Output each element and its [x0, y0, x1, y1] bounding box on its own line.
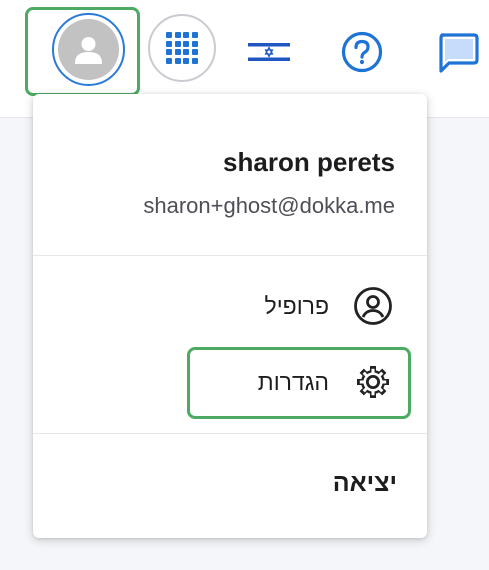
user-avatar-icon	[75, 37, 102, 64]
profile-circle-icon	[353, 286, 393, 326]
menu-item-settings-label: הגדרות	[257, 368, 329, 395]
menu-item-settings[interactable]: הגדרות	[258, 360, 393, 404]
language-button[interactable]	[248, 41, 290, 63]
menu-divider	[33, 433, 427, 434]
user-avatar-button[interactable]	[58, 19, 119, 80]
gear-icon	[353, 362, 393, 402]
menu-divider	[33, 255, 427, 256]
israel-flag-icon	[248, 41, 290, 63]
menu-item-profile[interactable]: פרופיל	[265, 284, 393, 328]
chat-button[interactable]	[436, 30, 481, 74]
apps-grid-icon	[166, 32, 198, 64]
menu-item-profile-label: פרופיל	[264, 292, 329, 319]
help-button[interactable]	[340, 30, 384, 74]
chat-bubble-icon	[439, 33, 479, 73]
user-email: sharon+ghost@dokka.me	[143, 193, 395, 218]
user-name: sharon perets	[223, 147, 395, 177]
user-dropdown-menu: sharon perets sharon+ghost@dokka.me פרופ…	[33, 94, 427, 538]
logout-button[interactable]: יציאה	[333, 469, 397, 498]
help-circle-icon	[341, 31, 383, 73]
apps-button[interactable]	[148, 14, 216, 82]
